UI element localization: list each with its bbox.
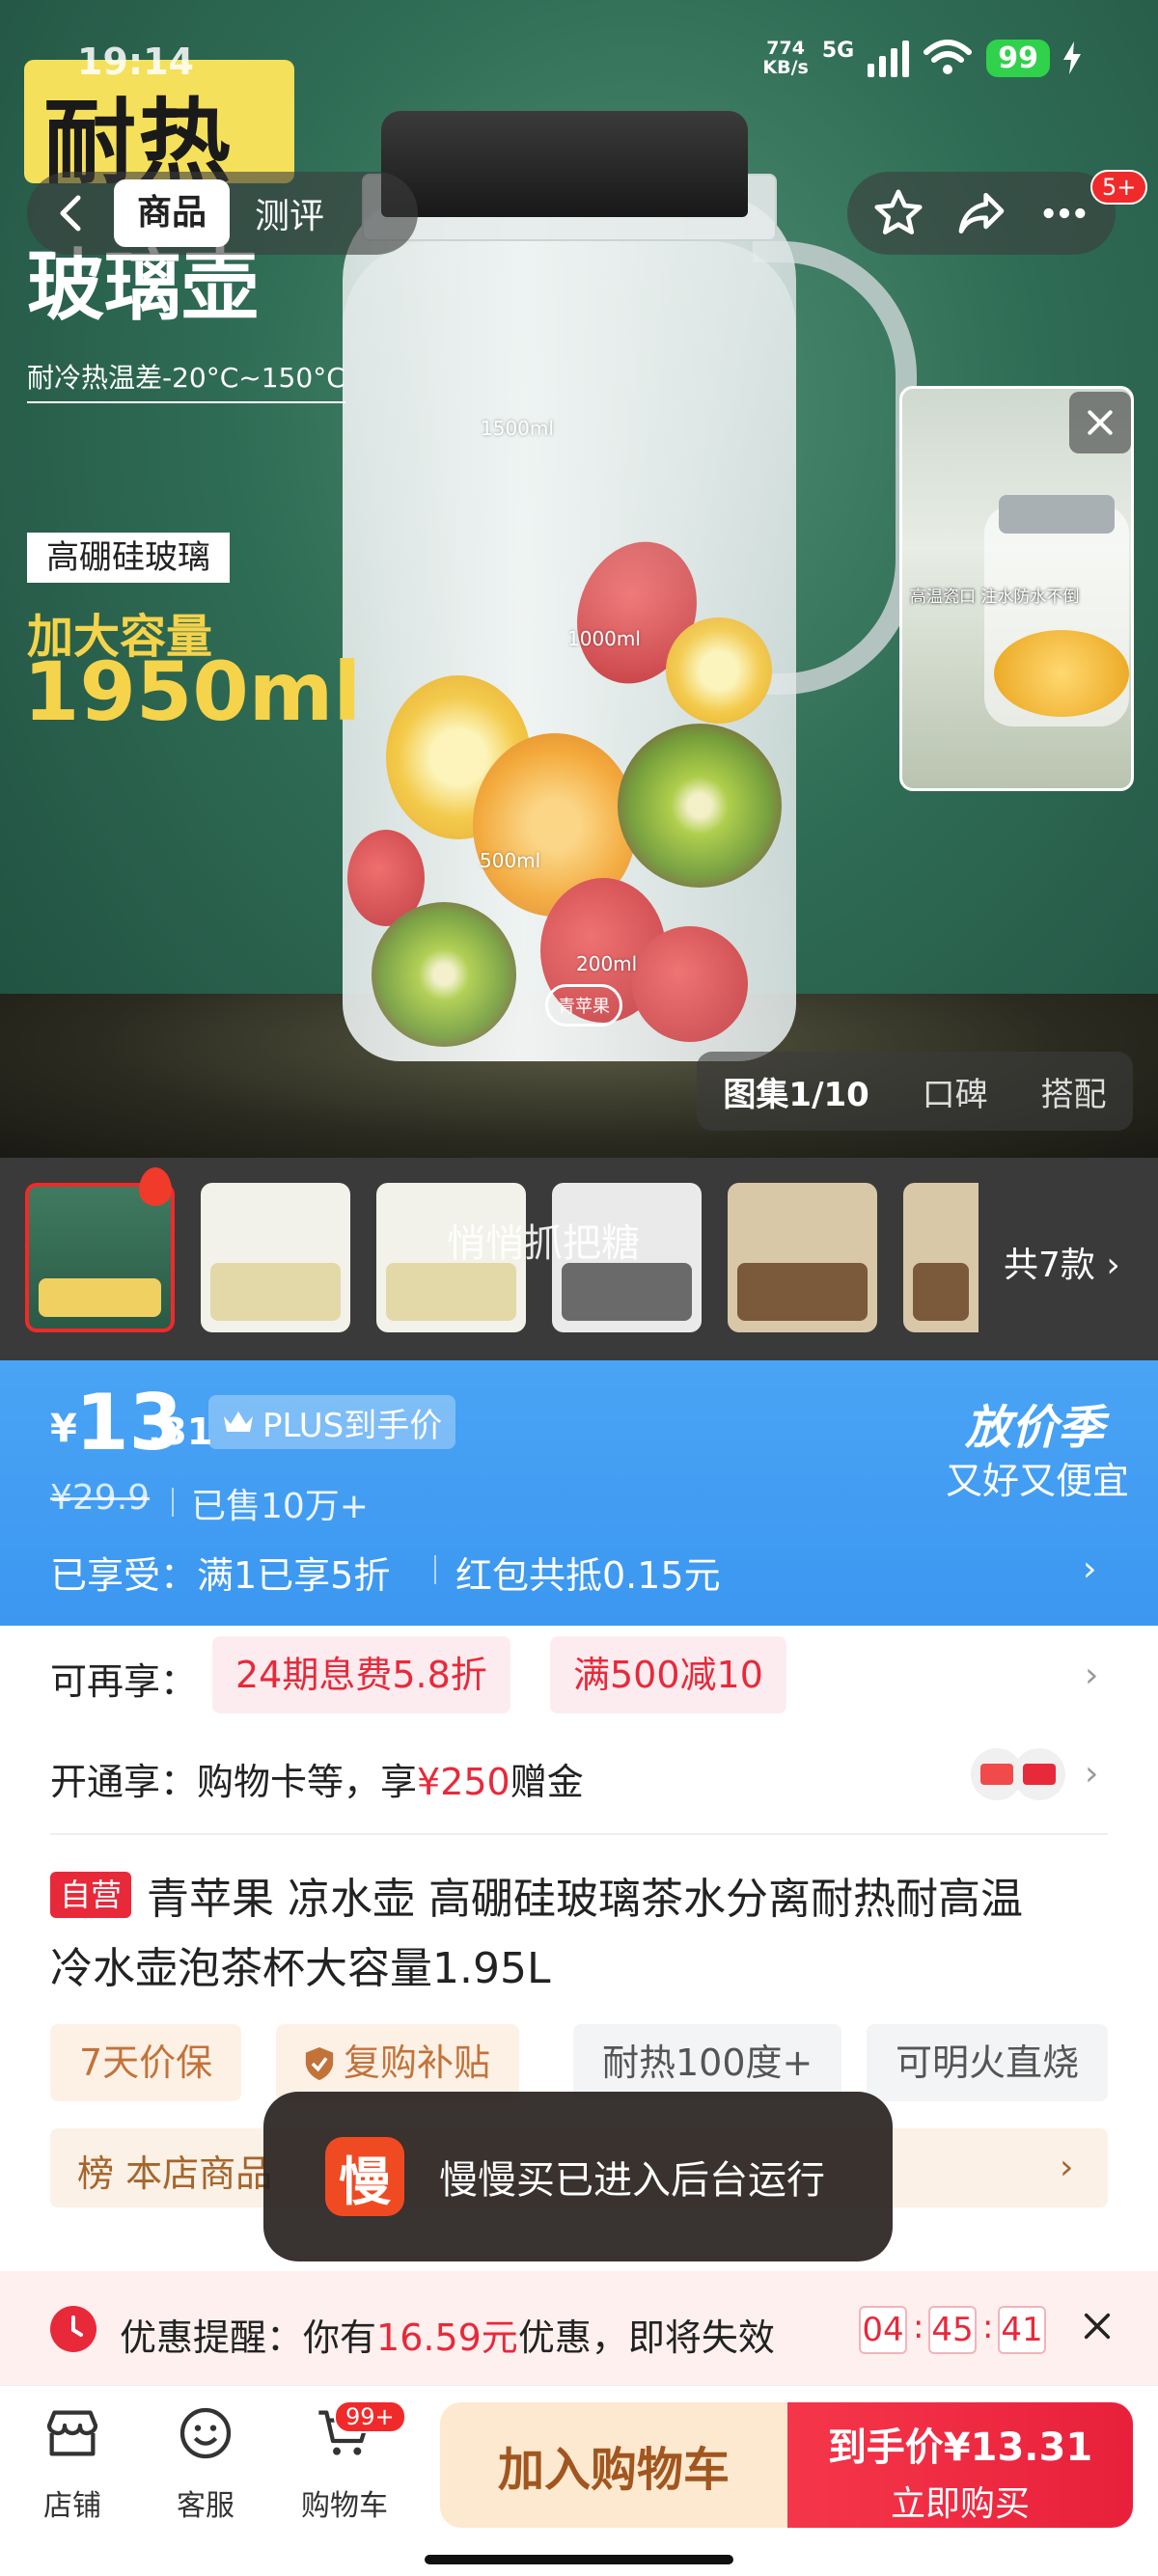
status-time: 19:14 <box>77 41 194 83</box>
sold-count: 已售10万+ <box>191 1487 369 1526</box>
rank-label: 榜 本店商品 <box>77 2152 273 2195</box>
close-icon <box>1084 2313 1111 2340</box>
status-indicators: 774 KB/s 5G 99 <box>762 39 1081 77</box>
timer-hours: 04 <box>859 2306 907 2354</box>
feature-repurchase[interactable]: 复购补贴 <box>276 2024 520 2101</box>
price-currency: ¥ <box>50 1407 77 1451</box>
chevron-right-icon[interactable]: › <box>1085 1754 1098 1794</box>
membership-offer[interactable]: 开通享：购物卡等，享¥250赠金 <box>50 1752 584 1805</box>
shield-check-icon <box>305 2047 334 2080</box>
clock-icon <box>50 2306 96 2352</box>
volume-mark: 1500ml <box>481 417 554 440</box>
volume-mark: 500ml <box>480 849 541 872</box>
feature-price-protect[interactable]: 7天价保 <box>50 2024 242 2101</box>
enjoyed-discount[interactable]: 已享受：满1已享5折 <box>50 1546 390 1599</box>
favorite-button[interactable] <box>865 179 932 247</box>
toast-message: 慢慢买已进入后台运行 <box>439 2158 825 2203</box>
variant-thumb[interactable] <box>201 1183 350 1332</box>
shop-button[interactable]: 店铺 <box>19 2402 125 2524</box>
chevron-right-icon[interactable]: › <box>1060 2148 1073 2187</box>
self-operated-tag: 自营 <box>50 1872 132 1918</box>
service-icon <box>179 2407 232 2459</box>
more-offers-label: 可再享： <box>50 1660 198 1703</box>
store-icon <box>46 2410 98 2456</box>
net-speed: 774 KB/s <box>762 38 809 78</box>
promo-temperature: 耐冷热温差-20°C~150°C <box>27 357 345 403</box>
top-nav-tabs: 商品 测评 <box>27 172 418 255</box>
tab-matching[interactable]: 搭配 <box>1041 1068 1107 1115</box>
chevron-right-icon[interactable]: › <box>1085 1656 1098 1695</box>
promo-capacity-value: 1950ml <box>23 644 362 739</box>
timer-colon: : <box>982 2308 994 2346</box>
product-title: 青苹果 凉水壶 高硼硅玻璃茶水分离耐热耐高温 <box>147 1875 1023 1924</box>
more-variants-label: 共7款 <box>1004 1246 1095 1285</box>
hot-flame-icon <box>139 1167 172 1206</box>
video-fruit <box>994 630 1129 717</box>
share-button[interactable] <box>948 179 1015 247</box>
more-button[interactable] <box>1031 179 1098 247</box>
close-icon <box>1088 410 1113 435</box>
jug-lid <box>381 111 748 217</box>
more-variants-button[interactable]: 共7款 › <box>1004 1237 1120 1287</box>
cart-badge: 99+ <box>334 2400 406 2433</box>
reminder-close-button[interactable] <box>1081 2308 1114 2352</box>
variant-thumb[interactable] <box>903 1183 979 1332</box>
jug-logo: 青苹果 <box>545 984 622 1027</box>
tab-reputation[interactable]: 口碑 <box>923 1068 988 1115</box>
product-title: 冷水壶泡茶杯大容量1.95L <box>50 1944 551 1993</box>
more-icon <box>1043 207 1086 219</box>
season-subtitle: 又好又便宜 <box>946 1460 1130 1502</box>
divider <box>434 1555 436 1584</box>
gallery-tabs: 图集1/10 口碑 搭配 <box>697 1052 1133 1131</box>
frost-overlay <box>343 241 796 1061</box>
battery-indicator: 99 <box>986 39 1050 77</box>
original-price: ¥29.9 <box>50 1478 151 1518</box>
card-icon <box>1013 1748 1065 1800</box>
video-close-button[interactable] <box>1069 392 1131 453</box>
feature-open-fire[interactable]: 可明火直烧 <box>867 2024 1109 2101</box>
service-button[interactable]: 客服 <box>152 2402 259 2524</box>
add-to-cart-button[interactable]: 加入购物车 <box>440 2402 787 2528</box>
back-button[interactable] <box>27 172 114 255</box>
toast-notification: 慢 慢慢买已进入后台运行 <box>263 2092 893 2261</box>
timer-seconds: 41 <box>998 2306 1046 2354</box>
divider <box>50 1833 1108 1835</box>
reminder-text: 优惠提醒：你有16.59元优惠，即将失效 <box>120 2316 775 2359</box>
watermark: 悄悄抓把糖 <box>447 1221 640 1266</box>
wifi-icon <box>924 40 973 74</box>
coupon-discount[interactable]: 满500减10 <box>550 1636 786 1713</box>
tab-gallery[interactable]: 图集1/10 <box>723 1068 868 1115</box>
app-icon: 慢 <box>325 2137 404 2216</box>
red-packet-info[interactable]: 红包共抵0.15元 <box>455 1546 721 1599</box>
network-type: 5G <box>821 39 855 63</box>
charging-icon <box>1063 41 1081 74</box>
timer-minutes: 45 <box>928 2306 977 2354</box>
price-decimal: .31 <box>148 1411 213 1453</box>
coupon-installment[interactable]: 24期息费5.8折 <box>212 1636 510 1713</box>
chevron-right-icon: › <box>1106 1246 1120 1285</box>
star-icon <box>874 189 923 234</box>
chevron-right-icon[interactable]: › <box>1083 1549 1096 1589</box>
crown-icon <box>224 1411 253 1432</box>
home-indicator <box>425 2555 733 2564</box>
tab-goods[interactable]: 商品 <box>114 179 231 247</box>
promo-material: 高硼硅玻璃 <box>27 533 230 583</box>
volume-mark: 1000ml <box>567 627 641 650</box>
variant-thumb[interactable] <box>728 1183 877 1332</box>
divider <box>172 1488 174 1517</box>
plus-price-tag: PLUS到手价 <box>208 1395 456 1449</box>
video-jug-lid <box>999 495 1115 534</box>
timer-colon: : <box>913 2308 924 2346</box>
feature-heat[interactable]: 耐热100度+ <box>573 2024 842 2101</box>
share-icon <box>958 193 1005 234</box>
signal-icon <box>868 39 910 77</box>
season-title: 放价季 <box>965 1401 1105 1455</box>
chevron-left-icon <box>60 195 81 232</box>
video-caption: 高温瓷口 注水防水不倒 <box>910 588 1080 607</box>
volume-mark: 200ml <box>576 952 638 975</box>
buy-now-button[interactable]: 到手价¥13.31 立即购买 <box>787 2402 1133 2528</box>
tab-review[interactable]: 测评 <box>255 188 324 238</box>
message-badge: 5+ <box>1090 170 1148 205</box>
top-nav-actions <box>847 172 1116 255</box>
